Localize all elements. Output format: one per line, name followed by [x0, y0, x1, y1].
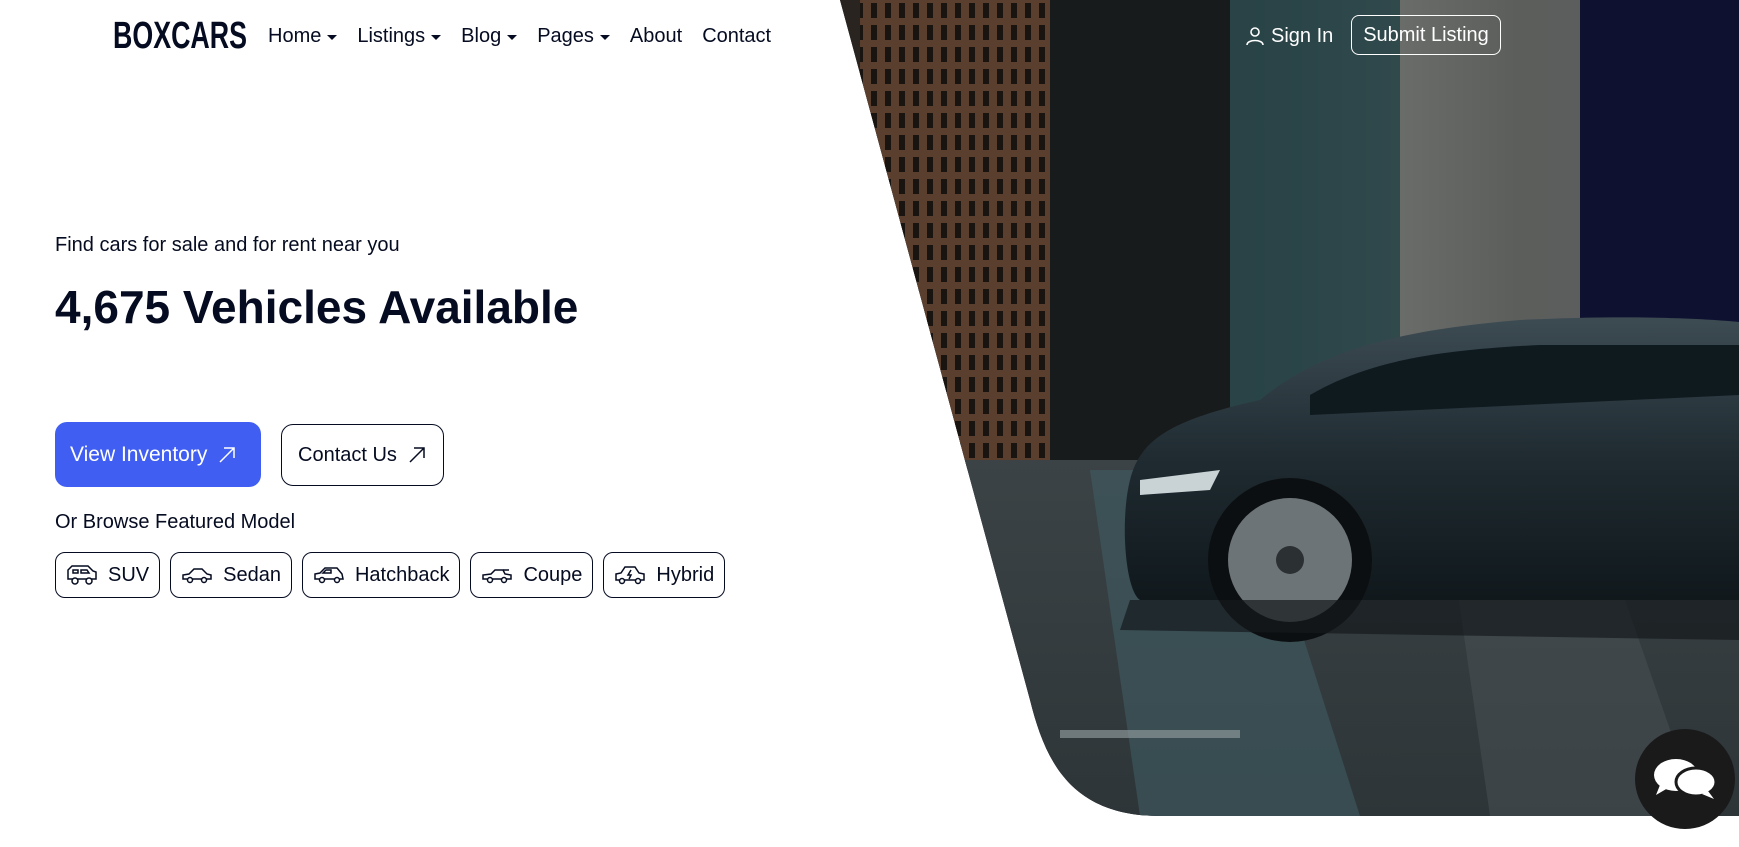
suv-icon — [66, 564, 98, 586]
caret-down-icon — [599, 34, 610, 40]
sedan-icon — [181, 564, 213, 586]
chat-widget-button[interactable] — [1635, 729, 1735, 829]
nav-item-about[interactable]: About — [630, 22, 682, 50]
nav-item-label: About — [629, 24, 683, 47]
svg-text:BOXCARS: BOXCARS — [113, 15, 247, 54]
arrow-up-right-icon — [407, 445, 427, 465]
nav-item-pages[interactable]: Pages — [537, 22, 610, 50]
arrow-up-right-icon — [217, 445, 237, 465]
model-chip-hatchback[interactable]: Hatchback — [301, 552, 461, 598]
model-chip-label: Hatchback — [354, 563, 450, 586]
contact-us-button[interactable]: Contact Us — [281, 424, 444, 486]
caret-down-icon — [507, 34, 518, 40]
caret-down-icon — [431, 34, 442, 40]
hatchback-icon — [313, 564, 345, 586]
hero-car-image — [840, 0, 1739, 816]
model-chip-suv[interactable]: SUV — [55, 552, 161, 598]
hero-headline: 4,675 Vehicles Available — [55, 281, 579, 333]
nav-item-contact[interactable]: Contact — [702, 22, 771, 50]
model-chip-hybrid[interactable]: Hybrid — [603, 552, 726, 598]
nav-item-label: Blog — [461, 24, 502, 47]
nav-item-blog[interactable]: Blog — [461, 22, 518, 50]
submit-listing-label: Submit Listing — [1363, 23, 1489, 46]
chat-bubbles-icon — [1654, 759, 1718, 799]
site-header: BOXCARS Home Listings Blog Pages About C… — [0, 0, 1739, 72]
coupe-icon — [481, 564, 513, 586]
model-chip-label: Coupe — [523, 563, 583, 586]
nav-item-label: Home — [268, 24, 322, 47]
nav-item-listings[interactable]: Listings — [357, 22, 442, 50]
view-inventory-label: View Inventory — [70, 442, 208, 466]
brand-logo[interactable]: BOXCARS — [113, 14, 247, 54]
featured-model-list: SUV Sedan Hatchback Coupe Hybrid — [55, 552, 735, 598]
main-nav: Home Listings Blog Pages About Contact — [268, 22, 791, 50]
model-chip-label: Hybrid — [656, 563, 715, 586]
hybrid-icon — [614, 564, 646, 586]
browse-featured-label: Or Browse Featured Model — [55, 511, 296, 533]
model-chip-label: SUV — [108, 563, 150, 586]
model-chip-sedan[interactable]: Sedan — [170, 552, 292, 598]
caret-down-icon — [327, 34, 338, 40]
user-icon — [1246, 27, 1264, 46]
model-chip-label: Sedan — [223, 563, 281, 586]
nav-item-label: Listings — [357, 24, 426, 47]
contact-us-label: Contact Us — [298, 443, 397, 466]
model-chip-coupe[interactable]: Coupe — [470, 552, 594, 598]
nav-item-label: Contact — [702, 24, 772, 47]
view-inventory-button[interactable]: View Inventory — [55, 422, 261, 487]
nav-item-label: Pages — [537, 24, 594, 47]
sign-in-link[interactable]: Sign In — [1245, 22, 1333, 50]
submit-listing-button[interactable]: Submit Listing — [1351, 15, 1501, 55]
nav-item-home[interactable]: Home — [268, 22, 338, 50]
hero-subtitle: Find cars for sale and for rent near you — [55, 234, 400, 256]
sign-in-label: Sign In — [1271, 24, 1334, 47]
